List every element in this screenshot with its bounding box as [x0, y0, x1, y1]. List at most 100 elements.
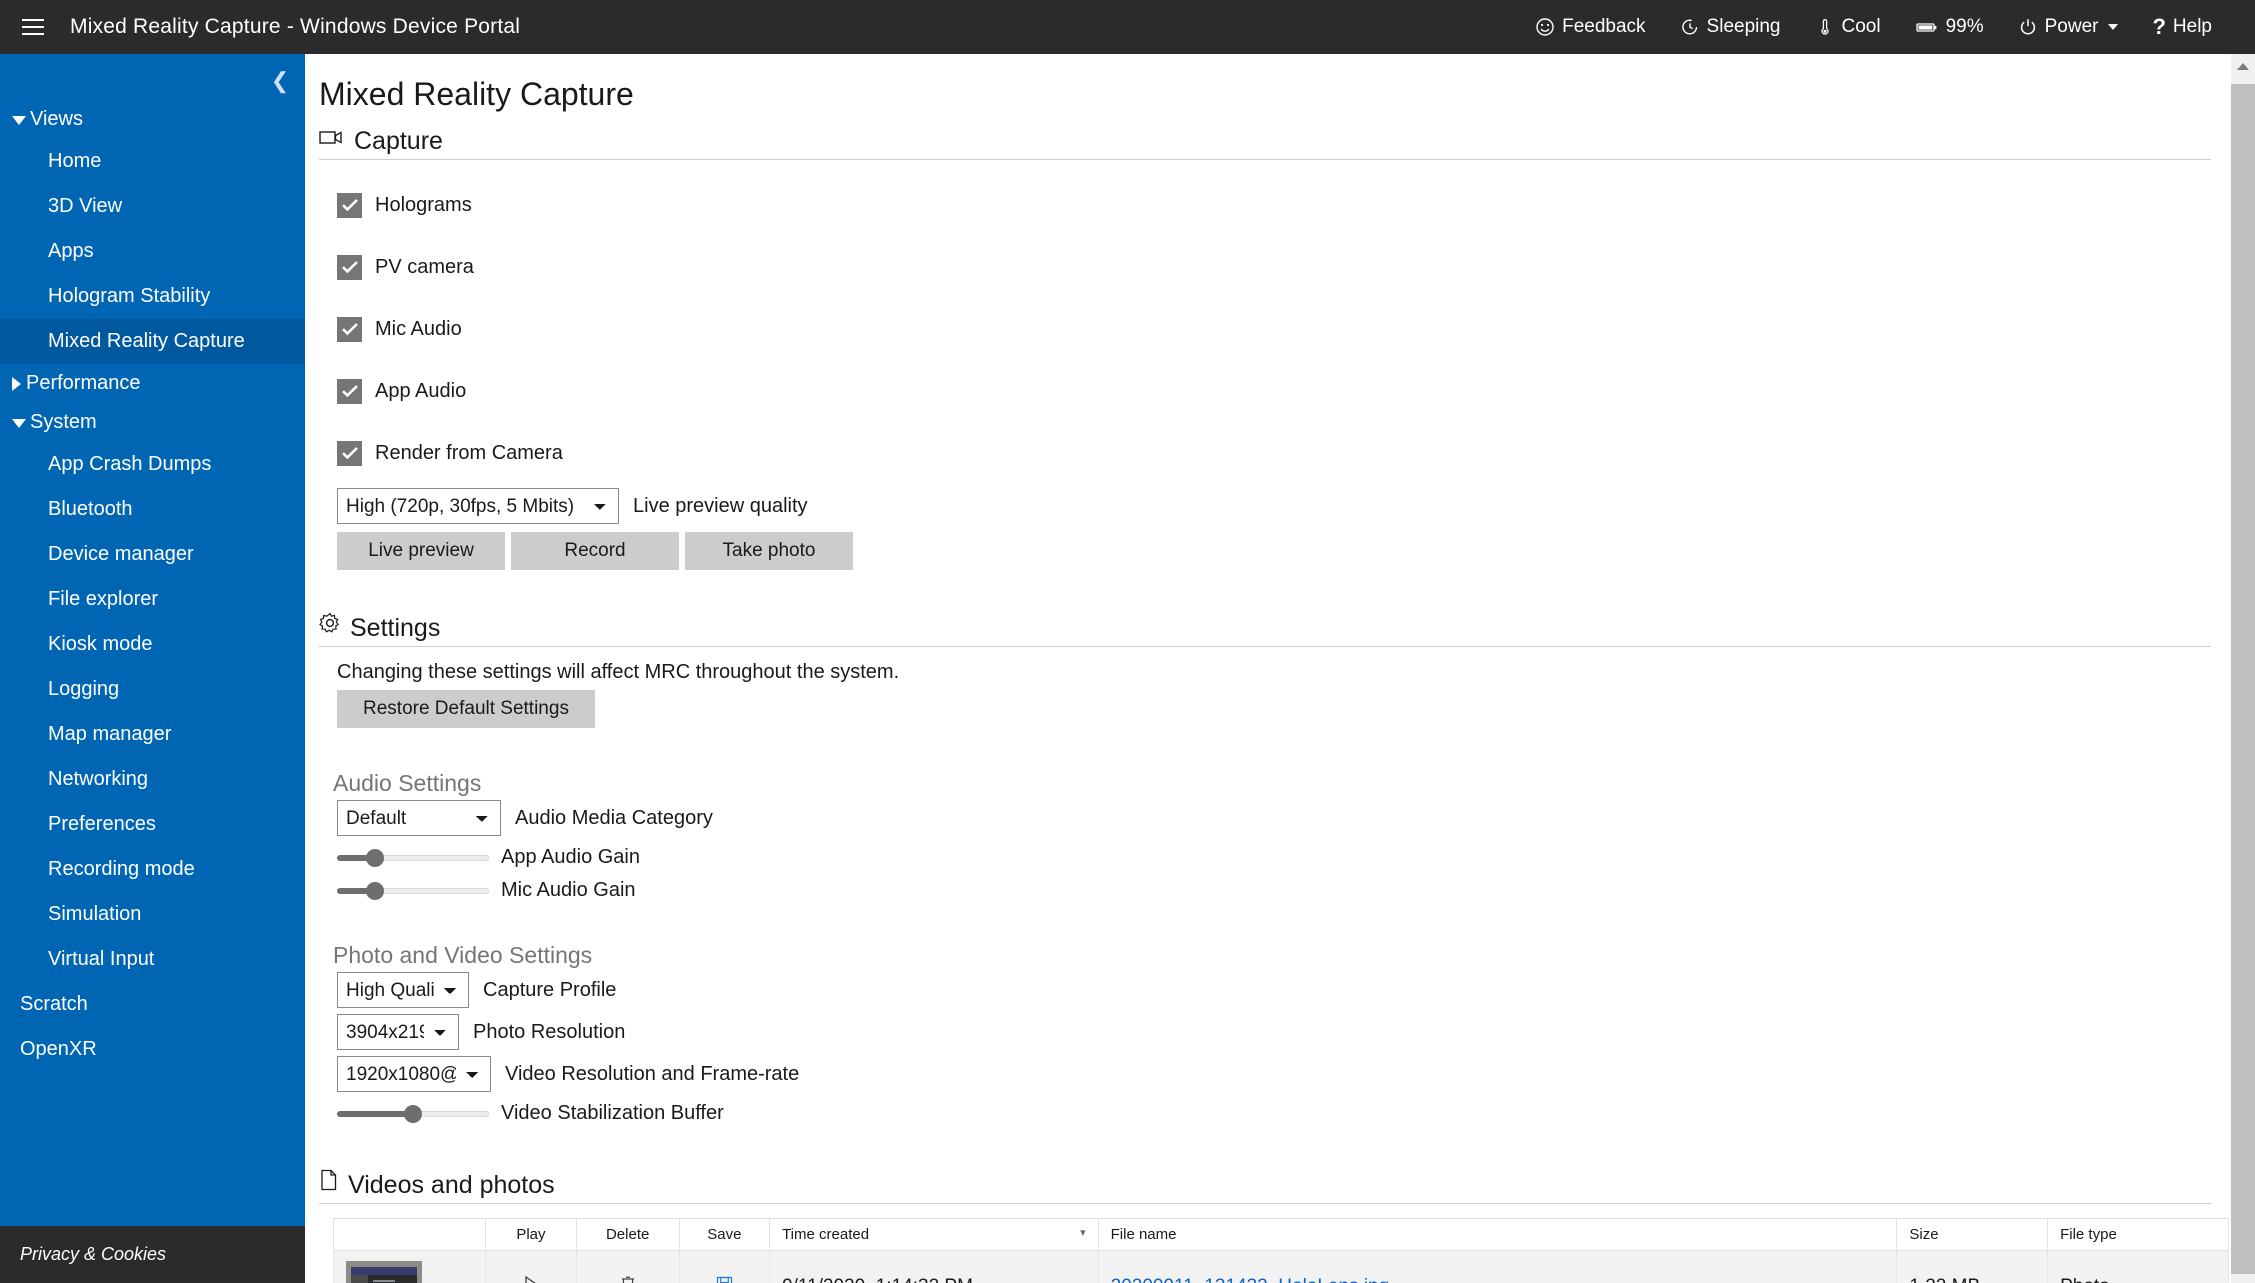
file-name-link[interactable]: 20200911_131432_HoloLens.jpg — [1111, 1276, 1390, 1283]
sidebar-item-label: 3D View — [48, 195, 123, 217]
col-play[interactable]: Play — [485, 1218, 577, 1251]
live-preview-button[interactable]: Live preview — [337, 532, 505, 570]
temperature-indicator[interactable]: Cool — [1798, 0, 1898, 54]
power-menu-button[interactable]: Power — [2001, 0, 2136, 54]
sidebar-item-label: Apps — [48, 240, 94, 262]
sidebar-item-map-manager[interactable]: Map manager — [0, 712, 305, 757]
sidebar-item-simulation[interactable]: Simulation — [0, 892, 305, 937]
sidebar-item-app-crash-dumps[interactable]: App Crash Dumps — [0, 442, 305, 487]
sidebar-group-system[interactable]: System — [0, 403, 305, 442]
mic-audio-label: Mic Audio — [375, 317, 462, 340]
video-stabilization-buffer-slider[interactable] — [337, 1103, 489, 1125]
col-file-name[interactable]: File name — [1097, 1218, 1898, 1251]
table-row[interactable]: 9/11/2020, 1:14:32 PM 20200911_131432_Ho… — [332, 1250, 2229, 1283]
table-body: 9/11/2020, 1:14:32 PM 20200911_131432_Ho… — [332, 1250, 2229, 1283]
app-audio-gain-slider[interactable] — [337, 847, 489, 869]
sidebar-item-networking[interactable]: Networking — [0, 757, 305, 802]
col-time-created[interactable]: Time created ▾ — [769, 1218, 1099, 1251]
sidebar-group-views[interactable]: Views — [0, 100, 305, 139]
live-preview-quality-select[interactable]: High (720p, 30fps, 5 Mbits) Medium (480p… — [337, 488, 619, 524]
slider-thumb[interactable] — [366, 881, 384, 900]
sidebar-group-performance[interactable]: Performance — [0, 364, 305, 403]
save-cell[interactable] — [678, 1250, 771, 1283]
thumbnail-window — [351, 1267, 417, 1283]
sidebar-item-3d-view[interactable]: 3D View — [0, 184, 305, 229]
mic-audio-checkbox[interactable] — [337, 316, 362, 342]
slider-thumb[interactable] — [366, 848, 384, 867]
capture-heading-label: Capture — [354, 127, 443, 155]
sidebar-nav-list: Views Home 3D View Apps Hologram Stabili… — [0, 100, 305, 1072]
photo-resolution-select[interactable]: 3904x2196 1952x1100 1280x720 — [337, 1014, 459, 1050]
videos-and-photos-section-header: Videos and photos — [319, 1169, 2211, 1204]
record-button[interactable]: Record — [511, 532, 679, 570]
col-save[interactable]: Save — [678, 1218, 771, 1251]
col-delete[interactable]: Delete — [575, 1218, 680, 1251]
pv-camera-checkbox[interactable] — [337, 254, 362, 280]
checkbox-row-mic-audio[interactable]: Mic Audio — [337, 298, 2211, 360]
holograms-label: Holograms — [375, 193, 472, 216]
sidebar-footer: Privacy & Cookies — [0, 1226, 305, 1283]
sidebar-item-hologram-stability[interactable]: Hologram Stability — [0, 274, 305, 319]
thumbnail-titlebar — [351, 1267, 417, 1275]
hamburger-menu-icon[interactable] — [22, 17, 48, 37]
sidebar-item-virtual-input[interactable]: Virtual Input — [0, 937, 305, 982]
sidebar-item-openxr[interactable]: OpenXR — [0, 1027, 305, 1072]
checkbox-row-holograms[interactable]: Holograms — [337, 174, 2211, 236]
audio-media-category-select[interactable]: Default Communications Media GameChat Sp… — [337, 800, 501, 836]
checkbox-row-app-audio[interactable]: App Audio — [337, 360, 2211, 422]
audio-media-category-row: Default Communications Media GameChat Sp… — [337, 800, 2211, 836]
video-resolution-select[interactable]: 1920x1080@30fps 1280x720@30fps 896x504@3… — [337, 1056, 491, 1092]
restore-default-settings-button[interactable]: Restore Default Settings — [337, 690, 595, 728]
feedback-button[interactable]: Feedback — [1518, 0, 1662, 54]
sidebar-item-mixed-reality-capture[interactable]: Mixed Reality Capture — [0, 319, 305, 364]
floppy-disk-icon[interactable] — [716, 1276, 733, 1283]
delete-cell[interactable] — [575, 1250, 680, 1283]
mic-audio-gain-slider[interactable] — [337, 880, 489, 902]
sidebar-item-recording-mode[interactable]: Recording mode — [0, 847, 305, 892]
col-file-type[interactable]: File type — [2047, 1218, 2229, 1251]
sidebar-item-home[interactable]: Home — [0, 139, 305, 184]
take-photo-button[interactable]: Take photo — [685, 532, 853, 570]
sidebar-item-logging[interactable]: Logging — [0, 667, 305, 712]
chevron-left-icon: ❮ — [270, 68, 290, 93]
scrollbar-up-button[interactable] — [2231, 54, 2255, 78]
sidebar-navigation: ❮ Views Home 3D View Apps Hologram Stabi… — [0, 54, 305, 1283]
sleep-state-indicator[interactable]: Sleeping — [1663, 0, 1798, 54]
sidebar-item-device-manager[interactable]: Device manager — [0, 532, 305, 577]
privacy-and-cookies-link[interactable]: Privacy & Cookies — [0, 1244, 166, 1265]
holograms-checkbox[interactable] — [337, 192, 362, 218]
sidebar-item-apps[interactable]: Apps — [0, 229, 305, 274]
sidebar-item-kiosk-mode[interactable]: Kiosk mode — [0, 622, 305, 667]
file-name-cell[interactable]: 20200911_131432_HoloLens.jpg — [1097, 1250, 1898, 1283]
videos-and-photos-table: Play Delete Save Time created ▾ File nam… — [332, 1218, 2229, 1283]
app-audio-checkbox[interactable] — [337, 378, 362, 404]
col-size[interactable]: Size — [1896, 1218, 2049, 1251]
sidebar-item-file-explorer[interactable]: File explorer — [0, 577, 305, 622]
capture-profile-select[interactable]: High Quality Balanced Latency — [337, 972, 469, 1008]
sleep-state-label: Sleeping — [1706, 16, 1781, 37]
scrollbar-thumb[interactable] — [2231, 84, 2255, 1274]
battery-indicator[interactable]: 99% — [1898, 0, 2001, 54]
play-cell[interactable] — [485, 1250, 577, 1283]
checkbox-row-render-from-camera[interactable]: Render from Camera — [337, 422, 2211, 484]
triangle-down-icon — [12, 116, 26, 125]
app-title: Mixed Reality Capture - Windows Device P… — [70, 15, 521, 38]
render-from-camera-checkbox[interactable] — [337, 440, 362, 466]
top-bar-status-items: Feedback Sleeping Cool 99% Power ? Help — [1518, 0, 2255, 54]
help-button[interactable]: ? Help — [2135, 0, 2229, 54]
sidebar-item-bluetooth[interactable]: Bluetooth — [0, 487, 305, 532]
video-stabilization-label: Video Stabilization Buffer — [501, 1102, 724, 1124]
restore-defaults-row: Restore Default Settings — [337, 690, 2211, 728]
trash-can-icon[interactable] — [620, 1275, 636, 1283]
checkbox-row-pv-camera[interactable]: PV camera — [337, 236, 2211, 298]
sidebar-item-label: Virtual Input — [48, 948, 155, 970]
sidebar-item-scratch[interactable]: Scratch — [0, 982, 305, 1027]
live-preview-quality-label: Live preview quality — [633, 494, 808, 517]
photo-resolution-label: Photo Resolution — [473, 1020, 626, 1043]
main-scrollbar[interactable] — [2231, 54, 2255, 1283]
sidebar-collapse-button[interactable]: ❮ — [263, 64, 297, 98]
slider-thumb[interactable] — [404, 1104, 422, 1123]
screenshot-thumbnail — [346, 1261, 422, 1283]
sidebar-item-preferences[interactable]: Preferences — [0, 802, 305, 847]
play-triangle-icon[interactable] — [523, 1275, 539, 1283]
